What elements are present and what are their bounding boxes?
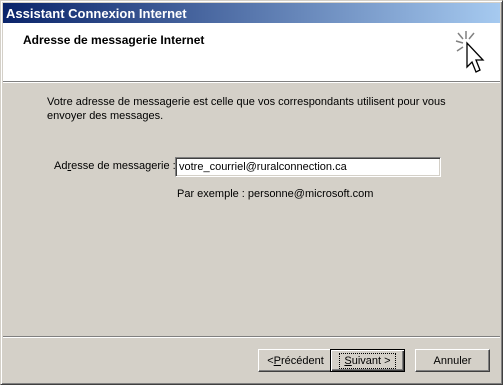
wizard-cursor-sparkle-icon xyxy=(455,31,485,73)
title-bar[interactable]: Assistant Connexion Internet xyxy=(3,3,500,23)
back-button[interactable]: < Précédent xyxy=(258,349,333,372)
header-separator xyxy=(3,81,500,83)
page-title: Adresse de messagerie Internet xyxy=(23,33,205,47)
email-field[interactable] xyxy=(175,157,441,177)
wizard-window: Assistant Connexion Internet Adresse de … xyxy=(0,0,503,385)
wizard-header: Adresse de messagerie Internet xyxy=(3,23,500,81)
window-title: Assistant Connexion Internet xyxy=(6,6,187,21)
email-field-label: Adresse de messagerie : xyxy=(54,160,176,172)
next-button[interactable]: Suivant > xyxy=(330,349,405,372)
description-text: Votre adresse de messagerie est celle qu… xyxy=(47,96,446,122)
footer-separator xyxy=(3,336,500,338)
example-text: Par exemple : personne@microsoft.com xyxy=(177,188,374,200)
cancel-button[interactable]: Annuler xyxy=(415,349,490,372)
